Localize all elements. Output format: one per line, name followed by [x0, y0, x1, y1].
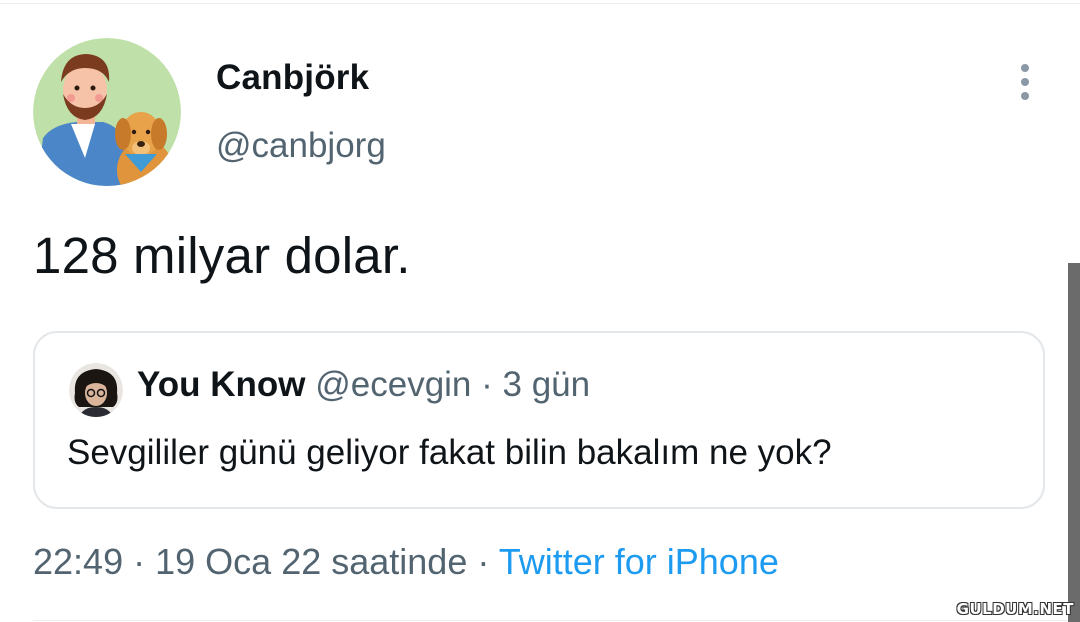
bottom-divider [33, 620, 1080, 621]
quoted-tweet-text: Sevgililer günü geliyor fakat bilin baka… [67, 433, 832, 472]
tweet-time[interactable]: 22:49 [33, 541, 123, 582]
quoted-author-avatar[interactable] [69, 363, 123, 417]
watermark: GULDUM.NET [956, 600, 1074, 618]
quoted-author-handle[interactable]: @ecevgin [315, 365, 471, 404]
tweet-source-link[interactable]: Twitter for iPhone [499, 541, 779, 582]
author-avatar[interactable] [33, 38, 181, 186]
scrollbar[interactable] [1068, 263, 1080, 622]
more-options-button[interactable] [1008, 62, 1042, 102]
quoted-tweet-card[interactable]: You Know @ecevgin · 3 gün Sevgililer gün… [33, 331, 1045, 509]
avatar-illustration [33, 38, 181, 186]
author-display-name[interactable]: Canbjörk [216, 58, 369, 98]
tweet-text: 128 milyar dolar. [33, 227, 411, 284]
tweet-page: Canbjörk @canbjorg 128 milyar dolar. You… [0, 0, 1080, 622]
top-divider [0, 3, 1080, 4]
quoted-avatar-illustration [69, 363, 123, 417]
meta-separator: · [133, 541, 146, 582]
tweet-date[interactable]: 19 Oca 22 saatinde [155, 541, 467, 582]
quoted-separator: · [481, 365, 493, 404]
more-vertical-icon [1021, 64, 1029, 100]
quoted-tweet-header: You Know @ecevgin · 3 gün [137, 365, 590, 405]
tweet-meta: 22:49 · 19 Oca 22 saatinde · Twitter for… [33, 541, 779, 583]
quoted-author-name[interactable]: You Know [137, 365, 306, 404]
quoted-relative-time[interactable]: 3 gün [503, 365, 591, 404]
author-handle[interactable]: @canbjorg [216, 126, 386, 166]
meta-separator-2: · [477, 541, 490, 582]
